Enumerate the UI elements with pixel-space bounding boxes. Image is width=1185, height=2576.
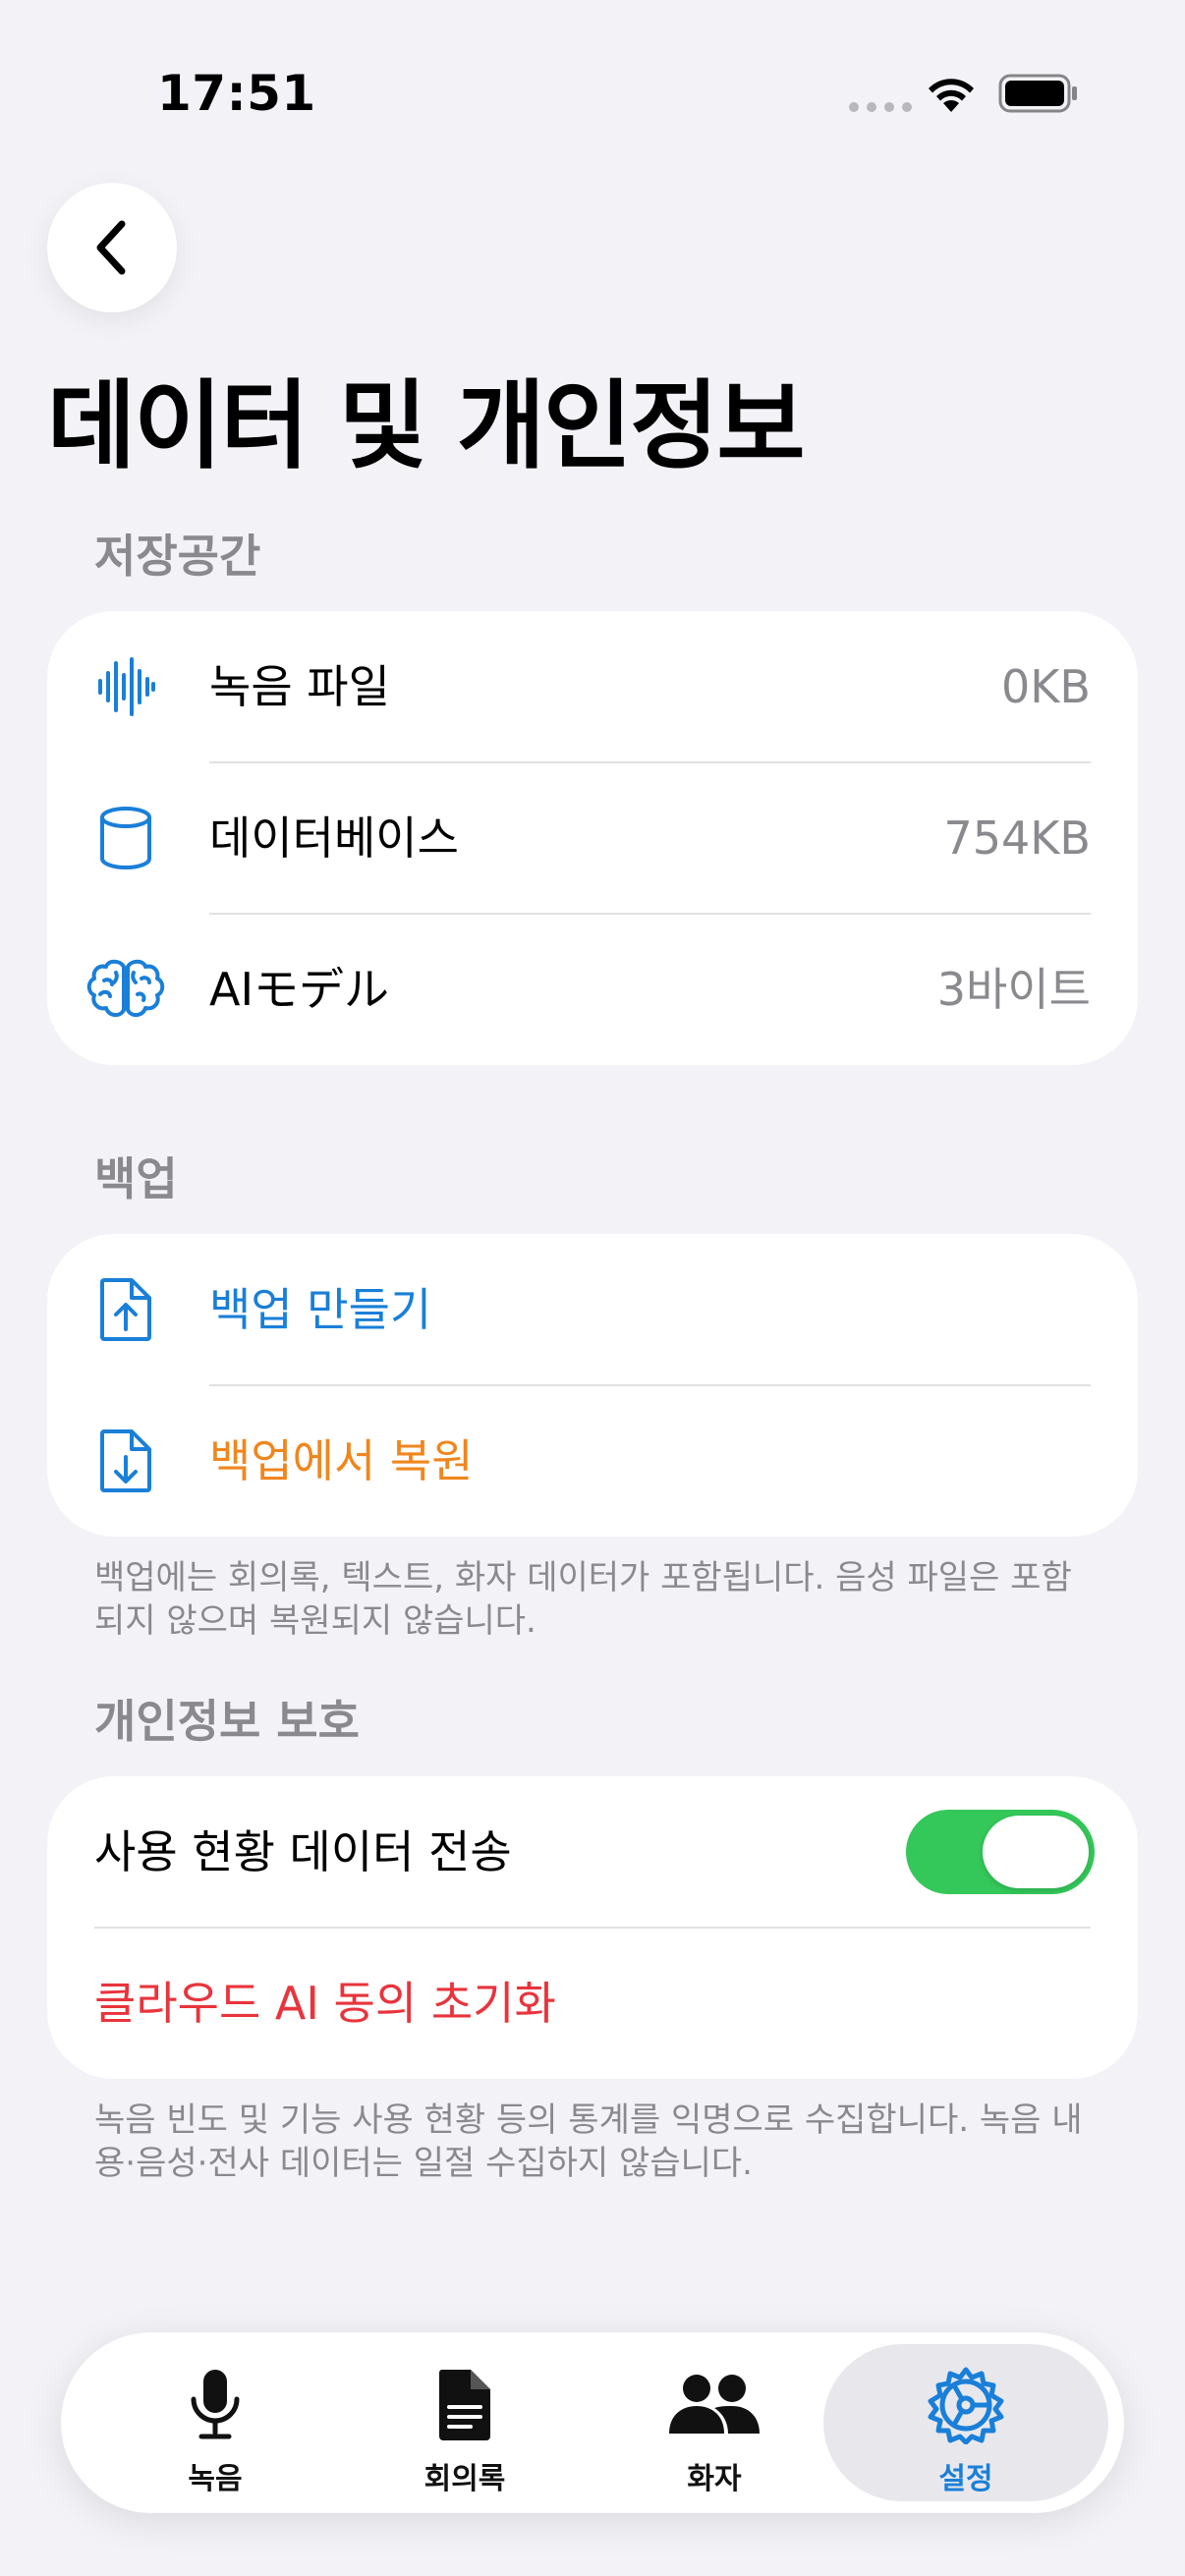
reset-cloud-ai-consent-label: 클라우드 AI 동의 초기화 (94, 1977, 556, 2030)
tab-label: 설정 (938, 2462, 993, 2496)
database-icon (86, 799, 165, 877)
tab-speakers[interactable]: 화자 (590, 2332, 839, 2513)
storage-value: 3바이트 (936, 963, 1091, 1016)
microphone-icon (90, 2366, 340, 2444)
battery-icon (998, 74, 1077, 113)
tab-label: 화자 (687, 2462, 742, 2496)
document-icon (340, 2366, 590, 2444)
backup-footnote: 백업에는 회의록, 텍스트, 화자 데이터가 포함됩니다. 음성 파일은 포함되… (94, 1558, 1072, 1641)
tab-label: 회의록 (423, 2462, 506, 2496)
tab-label: 녹음 (188, 2462, 243, 2496)
people-icon (590, 2366, 839, 2444)
storage-label: 녹음 파일 (209, 660, 390, 713)
restore-backup-button[interactable]: 백업에서 복원 (47, 1385, 1138, 1537)
tab-record[interactable]: 녹음 (90, 2332, 340, 2513)
document-upload-icon (86, 1270, 165, 1349)
tab-settings[interactable]: 설정 (823, 2344, 1108, 2501)
storage-row-database: 데이터베이스 754KB (47, 762, 1138, 914)
page-title: 데이터 및 개인정보 (47, 370, 806, 482)
storage-label: 데이터베이스 (209, 812, 459, 865)
create-backup-label: 백업 만들기 (209, 1283, 432, 1336)
brain-icon (86, 950, 165, 1029)
usage-data-label: 사용 현황 데이터 전송 (94, 1825, 512, 1878)
tab-bar: 녹음 회의록 화자 설정 (61, 2332, 1124, 2513)
storage-row-recordings: 녹음 파일 0KB (47, 611, 1138, 762)
backup-card: 백업 만들기 백업에서 복원 (47, 1234, 1138, 1537)
back-button[interactable] (47, 183, 177, 312)
storage-section-header: 저장공간 (94, 530, 261, 583)
backup-section-header: 백업 (94, 1152, 178, 1205)
restore-backup-label: 백업에서 복원 (209, 1434, 474, 1487)
reset-cloud-ai-consent-button[interactable]: 클라우드 AI 동의 초기화 (47, 1928, 1138, 2079)
storage-row-ai-model: AIモデル 3바이트 (47, 914, 1138, 1065)
toggle-knob (983, 1816, 1089, 1888)
usage-data-row: 사용 현황 데이터 전송 (47, 1776, 1138, 1928)
privacy-section-header: 개인정보 보호 (94, 1695, 360, 1748)
document-download-icon (86, 1422, 165, 1500)
tab-minutes[interactable]: 회의록 (340, 2332, 590, 2513)
storage-value: 0KB (1001, 660, 1091, 713)
chevron-left-icon (96, 220, 126, 275)
status-time: 17:51 (157, 65, 316, 122)
storage-value: 754KB (943, 812, 1091, 865)
create-backup-button[interactable]: 백업 만들기 (47, 1234, 1138, 1385)
usage-data-toggle[interactable] (906, 1810, 1095, 1894)
status-bar: 17:51 (0, 0, 1185, 196)
privacy-card: 사용 현황 데이터 전송 클라우드 AI 동의 초기화 (47, 1776, 1138, 2079)
waveform-icon (86, 647, 165, 726)
cellular-signal-icon (849, 102, 912, 112)
wifi-icon (929, 79, 974, 112)
storage-card: 녹음 파일 0KB 데이터베이스 754KB AIモデル 3바이트 (47, 611, 1138, 1065)
privacy-footnote: 녹음 빈도 및 기능 사용 현황 등의 통계를 익명으로 수집합니다. 녹음 내… (94, 2100, 1083, 2183)
gear-icon (823, 2366, 1108, 2444)
storage-label: AIモデル (209, 963, 390, 1016)
